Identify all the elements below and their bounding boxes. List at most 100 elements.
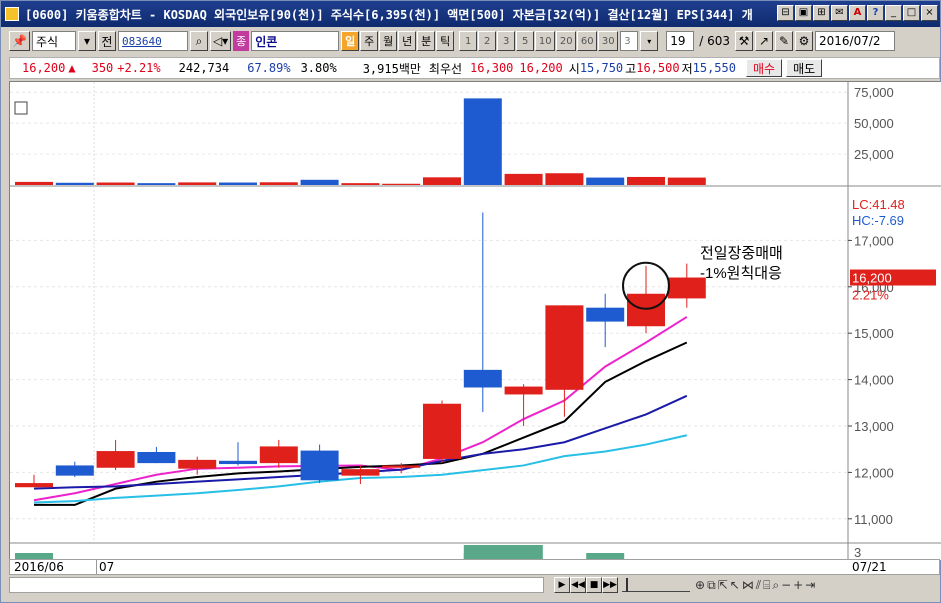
font-a-icon[interactable]: A: [849, 5, 866, 21]
price-chart[interactable]: 17,00016,00015,00014,00013,00012,00011,0…: [10, 82, 941, 560]
minute-tab-6[interactable]: 60: [577, 31, 598, 51]
current-pct-label: 2.21%: [852, 288, 889, 303]
bid-price: 16,200: [519, 61, 563, 75]
all-button[interactable]: 전: [97, 31, 116, 51]
chart-area[interactable]: 17,000 16,000 15,000 14,000 13,000 12,000 11,0…: [9, 81, 941, 560]
zoom-out-icon[interactable]: −: [781, 578, 791, 592]
volume-bar: [219, 182, 257, 185]
price-tick-label: 13,000: [854, 419, 894, 434]
open-label: 시: [568, 61, 580, 76]
period-tab-1[interactable]: 주: [360, 31, 379, 51]
candle-body: [96, 451, 135, 468]
date-axis: 2016/06 07 07/21: [9, 559, 940, 575]
minimize-button[interactable]: _: [885, 5, 902, 21]
scroll-track[interactable]: [9, 577, 544, 593]
date-input[interactable]: 2016/07/2: [814, 31, 895, 51]
count-input[interactable]: 19: [666, 31, 695, 51]
volume-ratio: 67.89%: [247, 61, 291, 75]
fib-tool-icon[interactable]: ⋈: [742, 578, 754, 592]
fast-forward-icon[interactable]: ▶▶: [602, 577, 618, 593]
text-tool-icon[interactable]: ⌸: [763, 578, 770, 593]
minute-tabs: 1 2 3 5 10 20 60 30: [459, 31, 619, 51]
stock-type-badge: 종: [233, 31, 250, 51]
custom-interval-input[interactable]: 3: [620, 31, 639, 51]
zoom-icon[interactable]: ⌕: [772, 578, 779, 593]
trend-icon[interactable]: ↗: [754, 31, 773, 51]
volume-tick-label: 75,000: [854, 85, 894, 100]
indicator-value: 3: [854, 545, 861, 560]
mail-icon[interactable]: ✉: [831, 5, 848, 21]
stock-name-field[interactable]: 인콘: [251, 31, 340, 51]
close-button[interactable]: ×: [921, 5, 938, 21]
speaker-icon[interactable]: ◁▾: [209, 31, 232, 51]
period-tab-3[interactable]: 년: [398, 31, 417, 51]
stop-icon[interactable]: ■: [586, 577, 602, 593]
chevron-down-icon[interactable]: ▾: [77, 31, 96, 51]
layout-icon[interactable]: ▣: [795, 5, 812, 21]
priority-label: 최우선: [428, 61, 463, 76]
volume-bar: [545, 173, 584, 185]
indicator-icon[interactable]: ⚒: [734, 31, 753, 51]
candle-body: [178, 459, 217, 469]
code-input[interactable]: 083640: [117, 31, 188, 51]
lc-label: LC:41.48: [852, 197, 905, 212]
volume-bar: [55, 182, 94, 185]
play-icon[interactable]: ▶: [554, 577, 570, 593]
pin-icon[interactable]: 📌: [9, 31, 30, 51]
zoom-slider[interactable]: [622, 578, 690, 592]
copy-tool-icon[interactable]: ⧉: [707, 578, 716, 593]
channel-tool-icon[interactable]: ⫽: [756, 578, 761, 593]
minute-tab-7[interactable]: 30: [598, 31, 619, 51]
volume-bar: [178, 182, 217, 185]
window-list-icon[interactable]: ⊞: [813, 5, 830, 21]
arrow-tool-icon[interactable]: ↖: [730, 578, 740, 592]
volume-bar: [667, 177, 706, 185]
period-tab-2[interactable]: 월: [379, 31, 398, 51]
minute-tab-3[interactable]: 5: [516, 31, 535, 51]
minute-tab-5[interactable]: 20: [556, 31, 577, 51]
custom-interval-dropdown[interactable]: ▾: [640, 31, 659, 51]
volume-bar: [96, 182, 135, 185]
maximize-button[interactable]: □: [903, 5, 920, 21]
period-tab-0[interactable]: 일: [341, 31, 360, 51]
candle-body: [55, 465, 94, 476]
app-icon: [5, 7, 19, 21]
high-label: 고: [625, 61, 637, 76]
volume-bar: [341, 183, 380, 185]
link-icon[interactable]: ⊟: [777, 5, 794, 21]
period-tab-4[interactable]: 분: [417, 31, 436, 51]
line-tool-icon[interactable]: ⇱: [718, 578, 728, 592]
candle-body: [300, 450, 339, 481]
minute-tab-4[interactable]: 10: [535, 31, 556, 51]
settings-gear-icon[interactable]: ⚙: [794, 31, 813, 51]
crosshair-tool-icon[interactable]: ⊕: [695, 578, 705, 592]
volume-bar: [586, 177, 625, 185]
sell-button[interactable]: 매도: [786, 59, 823, 77]
minute-tab-0[interactable]: 1: [459, 31, 478, 51]
zoom-slider-handle[interactable]: [626, 578, 628, 592]
buy-button[interactable]: 매수: [745, 59, 783, 77]
chart-scrollbar: ▶ ◀◀ ■ ▶▶ ⊕ ⧉ ⇱ ↖ ⋈ ⫽ ⌸ ⌕ − + ⇥: [9, 576, 940, 594]
hc-label: HC:-7.69: [852, 213, 904, 228]
chart-window: [0600] 키움종합차트 - KOSDAQ 외국인보유[90(천)] 주식수[…: [0, 0, 941, 603]
rewind-icon[interactable]: ◀◀: [570, 577, 586, 593]
tools-icon[interactable]: ✎: [774, 31, 793, 51]
expand-icon[interactable]: ⇥: [805, 578, 815, 592]
price-change-pct: +2.21%: [117, 61, 161, 75]
search-icon[interactable]: ⌕: [189, 31, 208, 51]
volume-bar: [382, 183, 421, 185]
chart-toolbar: 📌 주식 ▾ 전 083640 ⌕ ◁▾ 종 인콘 일주월년분틱 1 2 3 5 10 2…: [9, 29, 895, 53]
market-select[interactable]: 주식: [31, 31, 76, 51]
volume-bar: [627, 176, 665, 185]
low-price: 15,550: [692, 61, 736, 75]
turnover: 3.80%: [300, 61, 337, 75]
candle-body: [382, 465, 421, 468]
minute-tab-2[interactable]: 3: [497, 31, 516, 51]
zoom-in-icon[interactable]: +: [793, 578, 803, 592]
help-icon[interactable]: ?: [867, 5, 884, 21]
period-tab-5[interactable]: 틱: [436, 31, 455, 51]
volume-bar: [15, 181, 53, 185]
minute-tab-1[interactable]: 2: [478, 31, 497, 51]
date-start: 2016/06: [14, 560, 64, 574]
annotation-line2: -1%원칙대응: [700, 265, 782, 282]
